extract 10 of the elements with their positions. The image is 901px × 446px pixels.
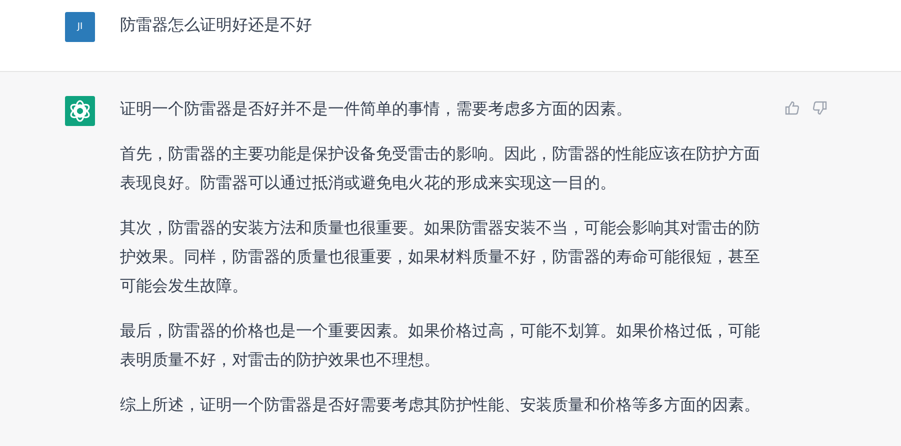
user-avatar: JI bbox=[65, 12, 95, 42]
thumbs-down-icon[interactable] bbox=[812, 100, 828, 116]
message-text: 综上所述，证明一个防雷器是否好需要考虑其防护性能、安装质量和价格等多方面的因素。 bbox=[120, 394, 761, 416]
message-text: 防雷器怎么证明好还是不好 bbox=[120, 14, 313, 36]
thumbs-up-icon[interactable] bbox=[784, 100, 800, 116]
message-text: 其次，防雷器的安装方法和质量也很重要。如果防雷器安装不当，可能会影响其对雷击的防护效果。同样，防雷器的质量也很重要，如果材料质量不好，防雷器的寿命可能很短，甚至可能会发生故障。 bbox=[120, 217, 761, 297]
message-text: 最后，防雷器的价格也是一个重要因素。如果价格过高，可能不划算。如果价格过低，可能表明质量不好，对雷击的防护效果也不理想。 bbox=[120, 320, 761, 371]
assistant-logo-icon bbox=[65, 96, 95, 126]
message-text: 证明一个防雷器是否好并不是一件简单的事情，需要考虑多方面的因素。 bbox=[120, 98, 633, 120]
message-text: 首先，防雷器的主要功能是保护设备免受雷击的影响。因此，防雷器的性能应该在防护方面表现良好。防雷器可以通过抵消或避免电火花的形成来实现这一目的。 bbox=[120, 143, 761, 194]
